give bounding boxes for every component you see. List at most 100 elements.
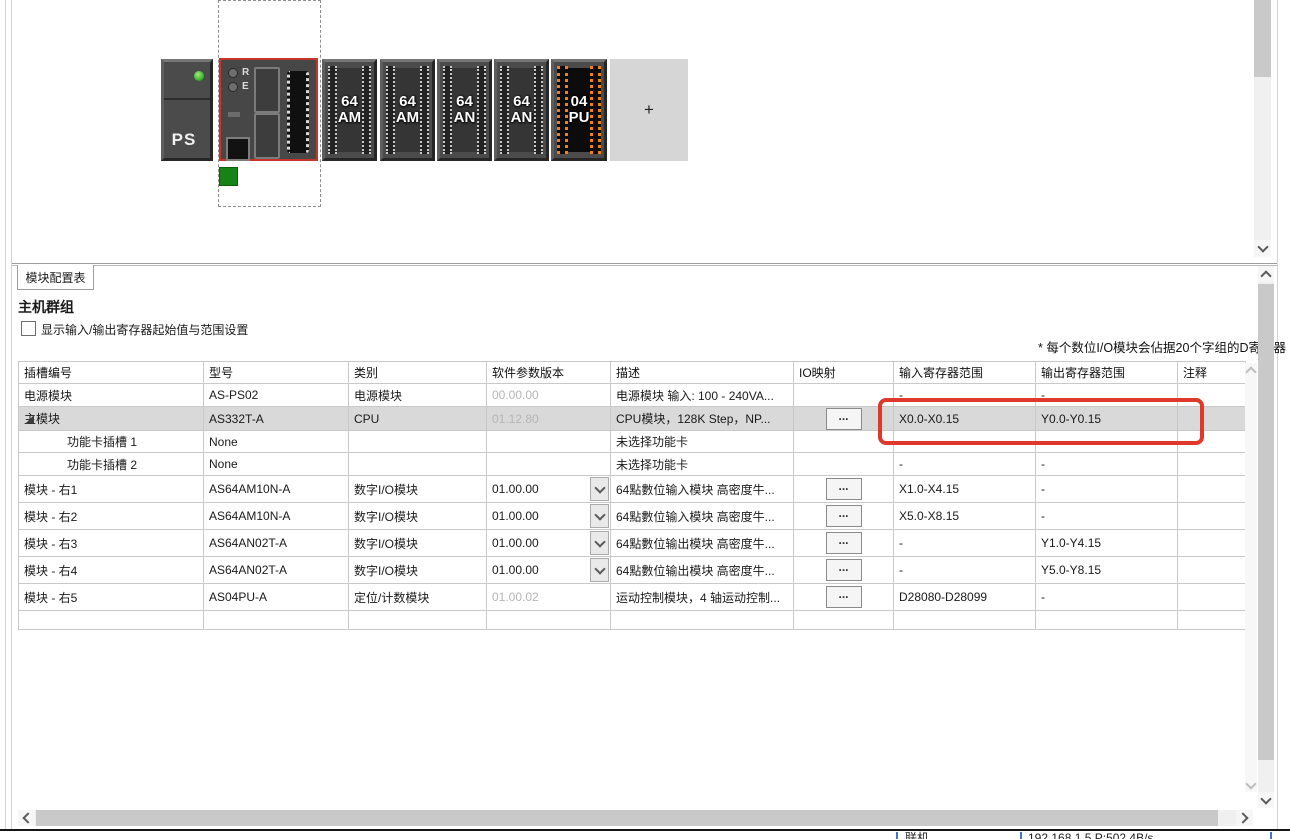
table-row-right1[interactable]: 模块 - 右1 AS64AM10N-A 数字I/O模块 01.00.00 64點… <box>19 476 1246 503</box>
cell-version: 01.00.00 <box>492 563 539 577</box>
col-header-input-range[interactable]: 输入寄存器范围 <box>894 362 1036 384</box>
terminal-pins-icon <box>386 66 395 154</box>
col-header-model[interactable]: 型号 <box>204 362 349 384</box>
cell-comment <box>1178 530 1246 557</box>
table-row-right5[interactable]: 模块 - 右5 AS04PU-A 定位/计数模块 01.00.02 运动控制模块… <box>19 584 1246 611</box>
module-face-label: 64AM <box>338 94 361 126</box>
scroll-left-button[interactable] <box>18 810 35 826</box>
io-mapping-button[interactable]: ... <box>826 478 862 500</box>
table-row-right2[interactable]: 模块 - 右2 AS64AM10N-A 数字I/O模块 01.00.00 64點… <box>19 503 1246 530</box>
checkbox-label: 显示输入/输出寄存器起始值与范围设置 <box>41 321 248 338</box>
table-row-cpu-selected[interactable]: 主模块 AS332T-A CPU 01.12.80 CPU模块，128K Ste… <box>19 407 1246 431</box>
scrollbar-thumb[interactable] <box>1258 284 1274 760</box>
hwconfig-window: PS R E 64AM 64AM 64AN 64AN 0 <box>0 0 1290 839</box>
cell-input-range: X1.0-X4.15 <box>894 476 1036 503</box>
scroll-right-button[interactable] <box>1236 810 1253 826</box>
cell-slot: 功能卡插槽 2 <box>19 453 204 476</box>
cell-description: 64點數位输出模块 高密度牛... <box>611 530 794 557</box>
scroll-down-button[interactable] <box>1258 792 1274 808</box>
io-mapping-button[interactable]: ... <box>826 586 862 608</box>
cell-category: 电源模块 <box>349 384 487 407</box>
positioning-module-right5[interactable]: 04PU <box>551 59 607 161</box>
chevron-down-icon <box>1257 241 1268 252</box>
io-module-right2[interactable]: 64AM <box>380 59 435 161</box>
header-row: 插槽编号 型号 类别 软件参数版本 描述 IO映射 输入寄存器范围 输出寄存器范… <box>19 362 1246 384</box>
chevron-down-icon <box>594 563 605 574</box>
cell-slot: 模块 - 右5 <box>19 584 204 611</box>
col-header-io-mapping[interactable]: IO映射 <box>794 362 894 384</box>
show-register-range-checkbox[interactable] <box>21 321 36 336</box>
cell-output-range: - <box>1036 384 1178 407</box>
table-row-right4[interactable]: 模块 - 右4 AS64AN02T-A 数字I/O模块 01.00.00 64點… <box>19 557 1246 584</box>
cell-version <box>487 453 611 476</box>
col-header-description[interactable]: 描述 <box>611 362 794 384</box>
col-header-comment[interactable]: 注释 <box>1178 362 1246 384</box>
tab-module-config-table[interactable]: 模块配置表 <box>17 265 94 290</box>
io-module-right3[interactable]: 64AN <box>437 59 492 161</box>
col-header-version[interactable]: 软件参数版本 <box>487 362 611 384</box>
io-module-right1[interactable]: 64AM <box>322 59 377 161</box>
cell-comment <box>1178 476 1246 503</box>
version-dropdown[interactable] <box>590 558 609 582</box>
io-mapping-button[interactable]: ... <box>826 532 862 554</box>
terminal-pins-icon <box>328 66 337 154</box>
chevron-up-icon <box>1245 366 1256 377</box>
panel-vertical-scrollbar[interactable] <box>1258 266 1274 808</box>
cell-category <box>349 431 487 453</box>
io-mapping-button[interactable]: ... <box>826 408 862 430</box>
terminal-pins-icon <box>420 66 429 154</box>
scroll-up-button[interactable] <box>1245 363 1257 377</box>
cpu-switch-mark <box>228 112 240 117</box>
cell-slot <box>19 611 204 630</box>
cpu-card-slot-1 <box>254 67 280 113</box>
scroll-down-button[interactable] <box>1245 778 1257 792</box>
status-address: 192.168.1.5,P:502,4B/s <box>1028 831 1153 839</box>
io-mapping-button[interactable]: ... <box>826 505 862 527</box>
cell-comment <box>1178 453 1246 476</box>
add-module-slot[interactable]: + <box>610 59 688 161</box>
cell-output-range <box>1036 611 1178 630</box>
terminal-pins-icon <box>500 66 509 154</box>
scrollbar-thumb[interactable] <box>1254 0 1271 77</box>
power-supply-module[interactable]: PS <box>161 59 213 161</box>
cell-model: AS64AN02T-A <box>204 557 349 584</box>
error-led-label: E <box>242 81 249 92</box>
table-row-card-slot2[interactable]: 功能卡插槽 2 None 未选择功能卡 - - <box>19 453 1246 476</box>
horizontal-scrollbar[interactable] <box>18 810 1253 826</box>
cell-category <box>349 611 487 630</box>
table-row-empty[interactable] <box>19 611 1246 630</box>
terminal-pins-icon <box>534 66 543 154</box>
io-module-right4[interactable]: 64AN <box>494 59 549 161</box>
cell-output-range: - <box>1036 431 1178 453</box>
scroll-up-button[interactable] <box>1258 266 1274 282</box>
col-header-slot[interactable]: 插槽编号 <box>19 362 204 384</box>
col-header-output-range[interactable]: 输出寄存器范围 <box>1036 362 1178 384</box>
version-dropdown[interactable] <box>590 504 609 528</box>
scrollbar-thumb[interactable] <box>36 810 1218 826</box>
cell-input-range: - <box>894 384 1036 407</box>
table-row-card-slot1[interactable]: 功能卡插槽 1 None 未选择功能卡 - - <box>19 431 1246 453</box>
io-mapping-button[interactable]: ... <box>826 559 862 581</box>
panel-splitter[interactable] <box>12 263 1277 264</box>
cell-description: 未选择功能卡 <box>611 431 794 453</box>
cell-category: 数字I/O模块 <box>349 557 487 584</box>
cell-output-range: Y0.0-Y0.15 <box>1036 407 1178 431</box>
col-header-category[interactable]: 类别 <box>349 362 487 384</box>
cell-model: None <box>204 453 349 476</box>
table-row-right3[interactable]: 模块 - 右3 AS64AN02T-A 数字I/O模块 01.00.00 64點… <box>19 530 1246 557</box>
expander-icon[interactable] <box>26 415 34 423</box>
cpu-card-slot-2 <box>254 113 280 159</box>
table-vertical-scrollbar[interactable] <box>1245 363 1257 792</box>
cell-category: 数字I/O模块 <box>349 503 487 530</box>
cell-output-range: - <box>1036 503 1178 530</box>
rack-vertical-scrollbar[interactable] <box>1254 0 1271 257</box>
scroll-down-button[interactable] <box>1254 240 1271 257</box>
version-dropdown[interactable] <box>590 531 609 555</box>
cell-model: AS04PU-A <box>204 584 349 611</box>
ps-divider <box>164 98 210 100</box>
cell-comment <box>1178 584 1246 611</box>
version-dropdown[interactable] <box>590 477 609 501</box>
cell-comment <box>1178 407 1246 431</box>
table-row-power[interactable]: 电源模块 AS-PS02 电源模块 00.00.00 电源模块 输入: 100 … <box>19 384 1246 407</box>
cpu-module[interactable]: R E <box>219 58 318 161</box>
